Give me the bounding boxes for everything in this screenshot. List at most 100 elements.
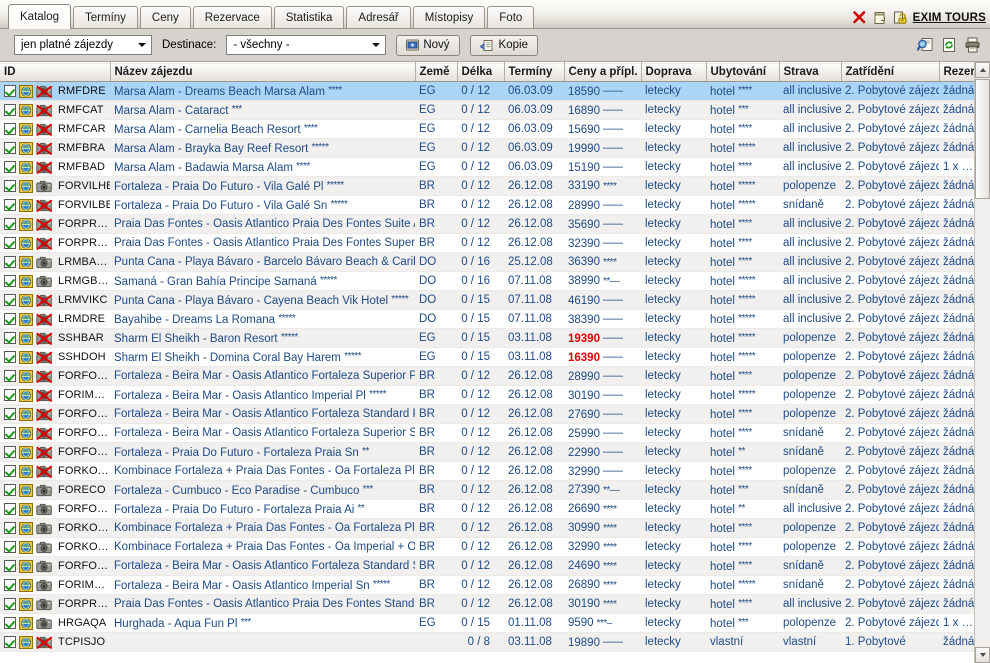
column-header-delka[interactable]: Délka <box>457 62 505 82</box>
row-checkbox[interactable] <box>4 579 16 591</box>
scroll-up-button[interactable] <box>975 62 990 78</box>
row-checkbox[interactable] <box>4 541 16 553</box>
camera-icon[interactable] <box>36 598 53 611</box>
table-row[interactable]: FORPR… Praia Das Fontes - Oasis Atlantico… <box>0 594 982 614</box>
table-row[interactable]: SSHBAR Sharm El Sheikh - Baron Resort ***… <box>0 328 982 348</box>
table-row[interactable]: HRGAQA Hurghada - Aqua Fun Pl *** EG 0 / 15… <box>0 613 982 633</box>
camera-disabled-icon[interactable] <box>36 370 53 383</box>
globe-icon[interactable] <box>19 464 33 478</box>
refresh-icon[interactable] <box>941 37 957 53</box>
row-checkbox[interactable] <box>4 427 16 439</box>
camera-disabled-icon[interactable] <box>36 85 53 98</box>
globe-icon[interactable] <box>19 274 33 288</box>
row-checkbox[interactable] <box>4 237 16 249</box>
table-row[interactable]: FORVILBB Fortaleza - Praia Do Futuro - Vi… <box>0 195 982 215</box>
camera-icon[interactable] <box>36 180 53 193</box>
table-row[interactable]: FORIM… Fortaleza - Beira Mar - Oasis Atla… <box>0 575 982 595</box>
globe-icon[interactable] <box>19 502 33 516</box>
tab-foto[interactable]: Foto <box>487 6 535 28</box>
tab-ceny[interactable]: Ceny <box>139 6 191 28</box>
globe-icon[interactable] <box>19 407 33 421</box>
globe-icon[interactable] <box>19 540 33 554</box>
camera-icon[interactable] <box>36 541 53 554</box>
camera-icon[interactable] <box>36 579 53 592</box>
row-checkbox[interactable] <box>4 598 16 610</box>
row-checkbox[interactable] <box>4 332 16 344</box>
row-checkbox[interactable] <box>4 617 16 629</box>
camera-disabled-icon[interactable] <box>36 123 53 136</box>
table-row[interactable]: FORFO… Fortaleza - Praia Do Futuro - Fort… <box>0 499 982 519</box>
camera-disabled-icon[interactable] <box>36 199 53 212</box>
preview-icon[interactable] <box>917 37 934 53</box>
row-checkbox[interactable] <box>4 180 16 192</box>
globe-icon[interactable] <box>19 578 33 592</box>
row-checkbox[interactable] <box>4 636 16 648</box>
copy-button[interactable]: Kopie <box>469 34 538 56</box>
window-icon[interactable] <box>873 11 887 25</box>
camera-disabled-icon[interactable] <box>36 446 53 459</box>
lock-icon[interactable] <box>893 10 907 25</box>
table-row[interactable]: LRMGB… Samaná - Gran Bahía Principe Saman… <box>0 271 982 291</box>
close-icon[interactable] <box>852 10 867 25</box>
row-checkbox[interactable] <box>4 104 16 116</box>
camera-disabled-icon[interactable] <box>36 313 53 326</box>
table-row[interactable]: FORVILHB Fortaleza - Praia Do Futuro - Vi… <box>0 176 982 196</box>
brand-link[interactable]: EXIM TOURS <box>913 12 986 24</box>
row-checkbox[interactable] <box>4 161 16 173</box>
camera-disabled-icon[interactable] <box>36 142 53 155</box>
table-row[interactable]: FORIM… Fortaleza - Beira Mar - Oasis Atla… <box>0 385 982 405</box>
globe-icon[interactable] <box>19 236 33 250</box>
globe-icon[interactable] <box>19 103 33 117</box>
scrollbar-thumb[interactable] <box>975 79 990 199</box>
globe-icon[interactable] <box>19 369 33 383</box>
globe-icon[interactable] <box>19 255 33 269</box>
camera-icon[interactable] <box>36 522 53 535</box>
table-row[interactable]: RMFBAD Marsa Alam - Badawia Marsa Alam **… <box>0 157 982 177</box>
globe-icon[interactable] <box>19 179 33 193</box>
globe-icon[interactable] <box>19 616 33 630</box>
camera-disabled-icon[interactable] <box>36 427 53 440</box>
column-header-zatrideni[interactable]: Zatřídění <box>841 62 940 82</box>
column-header-doprava[interactable]: Doprava <box>641 62 707 82</box>
row-checkbox[interactable] <box>4 389 16 401</box>
destination-select[interactable]: - všechny - <box>226 35 387 55</box>
globe-icon[interactable] <box>19 122 33 136</box>
globe-icon[interactable] <box>19 635 33 649</box>
row-checkbox[interactable] <box>4 123 16 135</box>
row-checkbox[interactable] <box>4 294 16 306</box>
column-header-terminy[interactable]: Termíny <box>504 62 565 82</box>
tab-m-stopisy[interactable]: Místopisy <box>412 6 486 28</box>
table-row[interactable]: FORKO… Kombinace Fortaleza + Praia Das Fo… <box>0 537 982 557</box>
tab-statistika[interactable]: Statistika <box>273 6 345 28</box>
row-checkbox[interactable] <box>4 313 16 325</box>
table-row[interactable]: LRMDRE Bayahibe - Dreams La Romana ***** D… <box>0 309 982 329</box>
tab-rezervace[interactable]: Rezervace <box>192 6 272 28</box>
globe-icon[interactable] <box>19 141 33 155</box>
camera-disabled-icon[interactable] <box>36 161 53 174</box>
camera-icon[interactable] <box>36 617 53 630</box>
table-row[interactable]: FORKO… Kombinace Fortaleza + Praia Das Fo… <box>0 518 982 538</box>
globe-icon[interactable] <box>19 350 33 364</box>
globe-icon[interactable] <box>19 293 33 307</box>
camera-disabled-icon[interactable] <box>36 218 53 231</box>
globe-icon[interactable] <box>19 217 33 231</box>
tab-adres-[interactable]: Adresář <box>346 6 411 28</box>
globe-icon[interactable] <box>19 445 33 459</box>
camera-disabled-icon[interactable] <box>36 351 53 364</box>
globe-icon[interactable] <box>19 331 33 345</box>
table-row[interactable]: RMFCAR Marsa Alam - Carnelia Beach Resort… <box>0 119 982 139</box>
table-row[interactable]: FORPR… Praia Das Fontes - Oasis Atlantico… <box>0 214 982 234</box>
globe-icon[interactable] <box>19 388 33 402</box>
camera-icon[interactable] <box>36 503 53 516</box>
row-checkbox[interactable] <box>4 256 16 268</box>
new-button[interactable]: Nový <box>396 34 460 56</box>
globe-icon[interactable] <box>19 559 33 573</box>
column-header-ubytovani[interactable]: Ubytování <box>706 62 780 82</box>
table-row[interactable]: RMFCAT Marsa Alam - Cataract *** EG 0 / 12 0… <box>0 100 982 120</box>
table-row[interactable]: FORECO Fortaleza - Cumbuco - Eco Paradise… <box>0 480 982 500</box>
column-header-zeme[interactable]: Země <box>415 62 458 82</box>
column-header-ceny[interactable]: Ceny a přípl. <box>564 62 642 82</box>
camera-disabled-icon[interactable] <box>36 294 53 307</box>
row-checkbox[interactable] <box>4 560 16 572</box>
camera-disabled-icon[interactable] <box>36 332 53 345</box>
